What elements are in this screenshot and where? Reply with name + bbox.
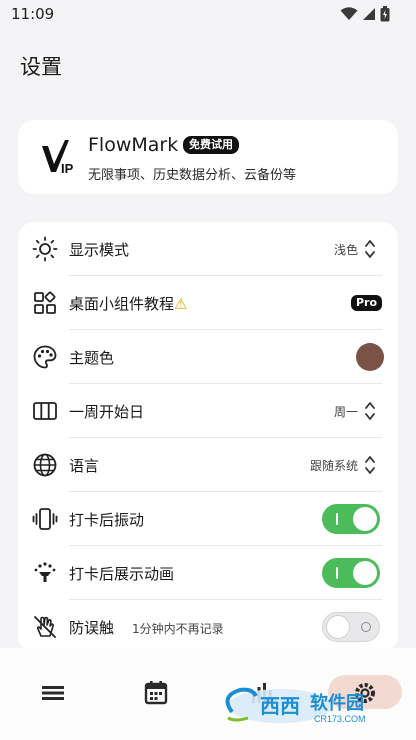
setting-animation-after-checkin: 打卡后展示动画	[18, 546, 398, 600]
svg-text:IP: IP	[61, 161, 74, 176]
vibrate-toggle[interactable]	[322, 504, 380, 534]
palette-icon	[33, 345, 57, 369]
vip-promo-card[interactable]: IP FlowMark 免费试用 无限事项、历史数据分析、云备份等	[18, 120, 398, 194]
app-name: FlowMark	[88, 134, 179, 156]
display-mode-label: 显示模式	[69, 241, 130, 259]
week-start-label: 一周开始日	[69, 403, 145, 421]
vibrate-label: 打卡后振动	[69, 511, 145, 529]
watermark-text: 软件园	[310, 692, 364, 714]
language-label: 语言	[69, 457, 100, 475]
svg-text:西西: 西西	[260, 696, 300, 718]
unfold-icon	[365, 456, 375, 474]
touch-off-icon	[34, 616, 56, 638]
battery-icon	[380, 6, 390, 22]
theme-color-label: 主题色	[69, 349, 115, 367]
watermark-sub: CR173.COM	[314, 714, 366, 724]
wifi-icon	[340, 7, 358, 20]
page-title: 设置	[20, 55, 62, 79]
setting-language[interactable]: 语言 跟随系统	[18, 438, 398, 492]
free-trial-badge: 免费试用	[183, 136, 239, 154]
animation-label: 打卡后展示动画	[69, 565, 175, 583]
list-icon[interactable]	[38, 678, 68, 708]
setting-week-start[interactable]: 一周开始日 周一	[18, 384, 398, 438]
vip-logo-icon: IP	[42, 140, 74, 176]
calendar-icon[interactable]	[141, 678, 171, 708]
unfold-icon	[365, 402, 375, 420]
setting-display-mode[interactable]: 显示模式 浅色	[18, 222, 398, 276]
anti-mistouch-label: 防误触	[69, 619, 115, 637]
setting-widget-tutorial[interactable]: 桌面小组件教程⚠ Pro	[18, 276, 398, 330]
setting-theme-color[interactable]: 主题色	[18, 330, 398, 384]
celebration-icon	[34, 562, 56, 582]
animation-toggle[interactable]	[322, 558, 380, 588]
status-icons	[340, 6, 390, 22]
signal-icon	[363, 8, 375, 20]
setting-vibrate-after-checkin: 打卡后振动	[18, 492, 398, 546]
globe-icon	[33, 453, 57, 477]
theme-color-swatch[interactable]	[356, 343, 384, 371]
status-time: 11:09	[11, 5, 55, 23]
week-start-value: 周一	[333, 405, 358, 419]
settings-list: 显示模式 浅色 桌面小组件教程⚠ Pro 主题色 一周开始日 周一 语言 跟随系…	[18, 222, 398, 652]
language-value: 跟随系统	[309, 459, 358, 473]
pro-badge: Pro	[350, 295, 382, 311]
week-columns-icon	[33, 402, 57, 420]
vibration-icon	[32, 508, 58, 530]
widget-tutorial-label: 桌面小组件教程⚠	[69, 295, 188, 313]
anti-mistouch-toggle[interactable]	[322, 612, 380, 642]
widgets-icon	[34, 291, 56, 314]
anti-mistouch-sub: 1分钟内不再记录	[132, 622, 224, 636]
warning-icon: ⚠	[174, 295, 188, 313]
display-mode-value: 浅色	[333, 243, 358, 257]
setting-anti-mistouch: 防误触 1分钟内不再记录	[18, 600, 398, 652]
watermark-logo: 西西 软件园 CR173.COM	[225, 687, 366, 724]
unfold-icon	[365, 240, 375, 258]
vip-description: 无限事项、历史数据分析、云备份等	[88, 168, 297, 183]
sun-icon	[32, 236, 58, 262]
status-bar: 11:09	[0, 0, 416, 30]
